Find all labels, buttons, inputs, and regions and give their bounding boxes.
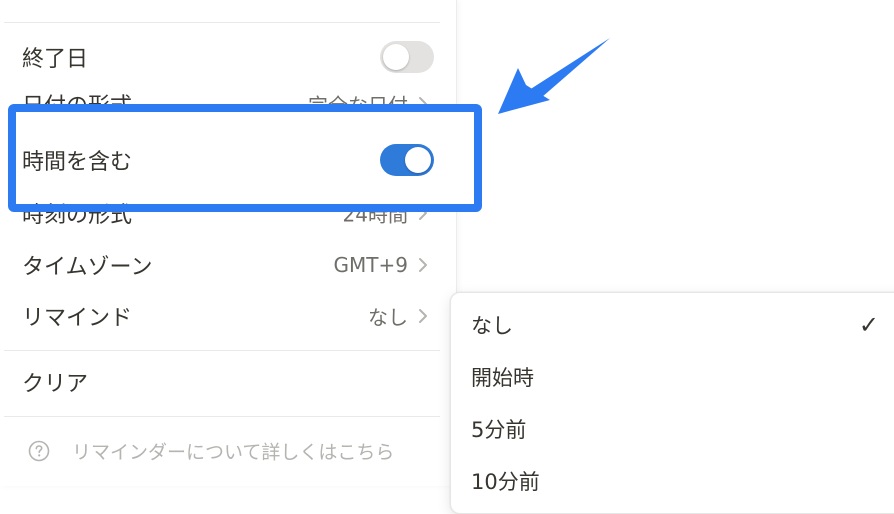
dropdown-option[interactable]: 5分前 — [451, 403, 891, 455]
reminder-help-link[interactable]: リマインダーについて詳しくはこちら — [22, 436, 442, 466]
chevron-right-icon — [419, 258, 427, 272]
question-circle-icon — [28, 440, 50, 462]
pointer-arrow-icon — [498, 38, 610, 114]
clear-label: クリア — [22, 372, 89, 397]
reminder-row[interactable]: リマインド なし — [0, 293, 440, 339]
dropdown-option[interactable]: 開始時 — [451, 351, 891, 403]
divider — [4, 416, 440, 417]
end-date-row[interactable]: 終了日 — [0, 34, 440, 80]
option-label: なし — [471, 314, 513, 338]
timezone-row[interactable]: タイムゾーン GMT+9 — [0, 242, 440, 288]
timezone-value: GMT+9 — [333, 253, 408, 277]
option-label: 開始時 — [471, 366, 534, 390]
timezone-label: タイムゾーン — [22, 255, 153, 280]
toggle-knob — [383, 44, 409, 70]
highlight-box — [8, 104, 482, 212]
check-icon: ✓ — [858, 311, 879, 339]
dropdown-option[interactable]: 10分前 — [451, 455, 891, 507]
divider — [4, 22, 440, 23]
dropdown-option[interactable]: なし ✓ — [451, 299, 891, 351]
help-text: リマインダーについて詳しくはこちら — [72, 441, 395, 464]
end-date-label: 終了日 — [22, 47, 89, 72]
date-settings-panel: 終了日 日付の形式 完全な日付 時間を含む 時刻の形式 24時間 タイムゾーン … — [0, 0, 474, 486]
divider — [4, 350, 440, 351]
end-date-toggle[interactable] — [380, 41, 434, 73]
reminder-label: リマインド — [22, 306, 133, 331]
option-label: 10分前 — [471, 470, 540, 494]
chevron-right-icon — [419, 309, 427, 323]
reminder-value: なし — [368, 305, 408, 330]
reminder-dropdown: なし ✓ 開始時 5分前 10分前 — [450, 292, 894, 514]
option-label: 5分前 — [471, 418, 527, 442]
clear-button[interactable]: クリア — [0, 359, 440, 405]
